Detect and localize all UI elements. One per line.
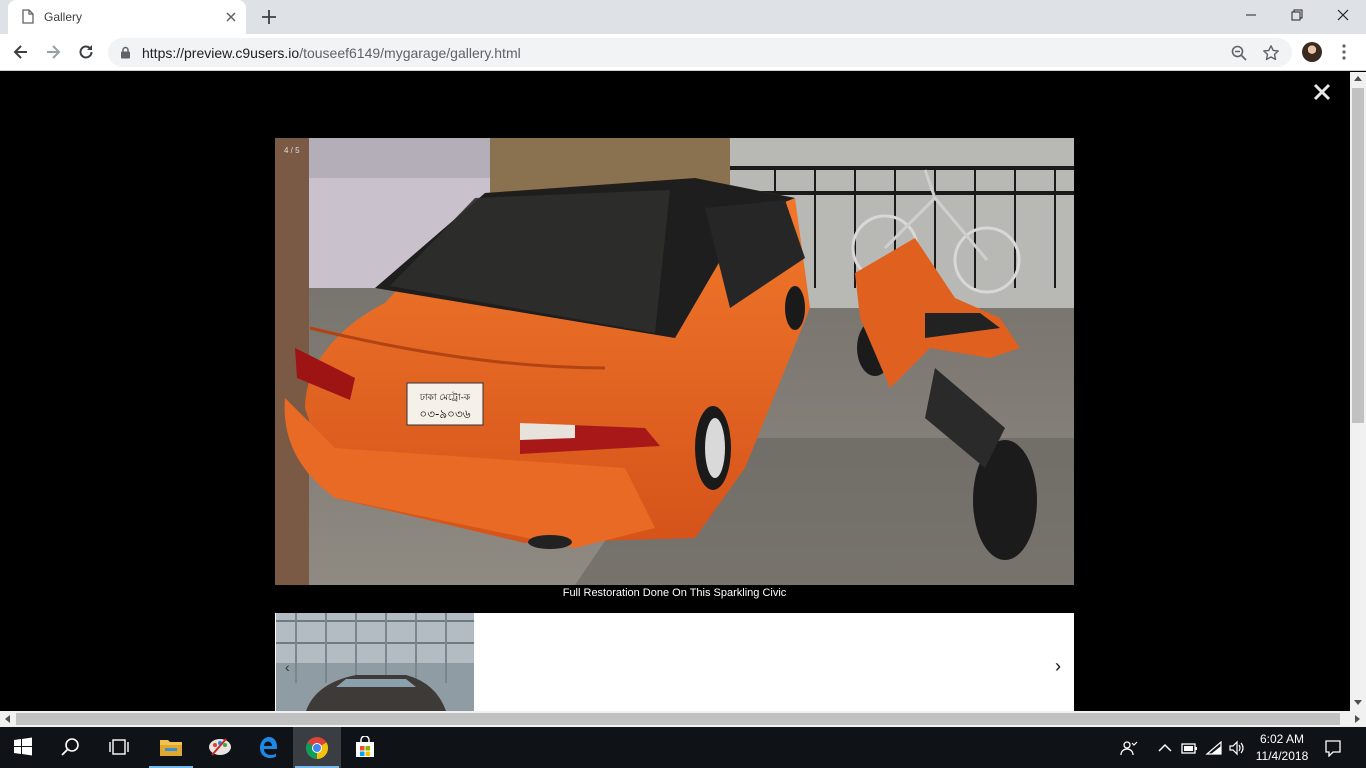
minimize-icon[interactable] <box>1236 4 1266 26</box>
battery-icon[interactable] <box>1180 739 1198 757</box>
chrome-button[interactable] <box>293 727 341 768</box>
edge-browser-button[interactable] <box>245 727 293 768</box>
windows-taskbar: 6:02 AM 11/4/2018 <box>0 727 1366 768</box>
scroll-right-icon[interactable] <box>1355 715 1360 723</box>
tab-gallery[interactable]: Gallery <box>8 0 246 34</box>
search-button[interactable] <box>48 727 96 768</box>
store-button[interactable] <box>342 727 390 768</box>
reload-icon[interactable] <box>76 42 96 62</box>
orange-civic-photo-icon: ঢাকা মেট্রো-ক ০৩-৯০৩৬ <box>275 138 1074 585</box>
tab-close-icon[interactable] <box>223 9 239 25</box>
thumbnail-next-arrow[interactable]: › <box>1055 656 1061 677</box>
profile-avatar[interactable] <box>1302 42 1322 62</box>
back-arrow-icon[interactable] <box>11 42 31 62</box>
store-bag-icon <box>356 736 374 757</box>
image-counter: 4 / 5 <box>284 146 300 155</box>
address-bar[interactable]: https://preview.c9users.io/touseef6149/m… <box>108 38 1292 67</box>
chrome-icon <box>306 737 328 759</box>
url-path: /touseef6149/mygarage/gallery.html <box>299 45 521 61</box>
folder-icon <box>160 740 182 756</box>
kebab-menu-icon[interactable] <box>1338 42 1350 62</box>
start-button[interactable] <box>0 727 48 768</box>
action-center-icon[interactable] <box>1324 739 1342 757</box>
volume-icon[interactable] <box>1228 739 1246 757</box>
scroll-left-icon[interactable] <box>5 715 10 723</box>
chevron-up-icon[interactable] <box>1156 739 1174 757</box>
plate-line-1: ঢাকা মেট্রো-ক <box>419 392 471 403</box>
restore-icon[interactable] <box>1282 4 1312 26</box>
bookmark-star-icon[interactable] <box>1262 44 1280 62</box>
plate-line-2: ০৩-৯০৩৬ <box>419 407 470 421</box>
tab-strip: Gallery <box>0 0 1366 34</box>
url-text: https://preview.c9users.io/touseef6149/m… <box>142 45 521 61</box>
vertical-scroll-thumb[interactable] <box>1352 88 1364 423</box>
page-icon <box>22 9 34 24</box>
horizontal-scrollbar[interactable] <box>0 711 1366 727</box>
file-explorer-button[interactable] <box>147 727 195 768</box>
windows-logo-icon <box>14 737 32 756</box>
tab-title: Gallery <box>44 10 83 24</box>
forward-arrow-icon[interactable] <box>43 42 63 62</box>
gallery-main-photo: ঢাকা মেট্রো-ক ০৩-৯০৩৬ <box>275 138 1074 585</box>
thumbnail-strip: ‹ › <box>275 613 1074 711</box>
browser-toolbar: https://preview.c9users.io/touseef6149/m… <box>0 34 1366 71</box>
thumbnail-item[interactable] <box>276 613 474 711</box>
url-host: https://preview.c9users.io <box>142 45 300 61</box>
scroll-down-icon[interactable] <box>1354 700 1362 705</box>
lightbox-close-icon[interactable] <box>1312 82 1332 102</box>
zoom-out-icon[interactable] <box>1230 44 1248 62</box>
photo-caption: Full Restoration Done On This Sparkling … <box>562 587 787 599</box>
wifi-icon[interactable] <box>1205 739 1223 757</box>
paint-palette-icon <box>209 738 231 756</box>
scroll-up-icon[interactable] <box>1354 76 1362 81</box>
lock-icon[interactable] <box>120 46 131 59</box>
window-close-icon[interactable] <box>1328 4 1358 26</box>
system-clock[interactable]: 6:02 AM 11/4/2018 <box>1252 731 1312 765</box>
edge-icon <box>260 737 277 758</box>
lightbox-overlay: ঢাকা মেট্রো-ক ০৩-৯০৩৬ 4 / 5 Full Restora… <box>0 72 1350 711</box>
thumbnail-prev-arrow[interactable]: ‹ <box>285 659 290 675</box>
thumbnail-image-icon <box>276 613 474 711</box>
search-icon <box>61 738 79 756</box>
new-tab-icon[interactable] <box>260 8 278 26</box>
horizontal-scroll-thumb[interactable] <box>16 713 1340 725</box>
vertical-scrollbar[interactable] <box>1350 72 1366 711</box>
task-view-icon <box>109 739 129 755</box>
clock-date: 11/4/2018 <box>1255 749 1309 763</box>
paint-app-button[interactable] <box>196 727 244 768</box>
people-icon[interactable] <box>1120 739 1138 757</box>
clock-time: 6:02 AM <box>1259 732 1305 746</box>
task-view-button[interactable] <box>96 727 144 768</box>
